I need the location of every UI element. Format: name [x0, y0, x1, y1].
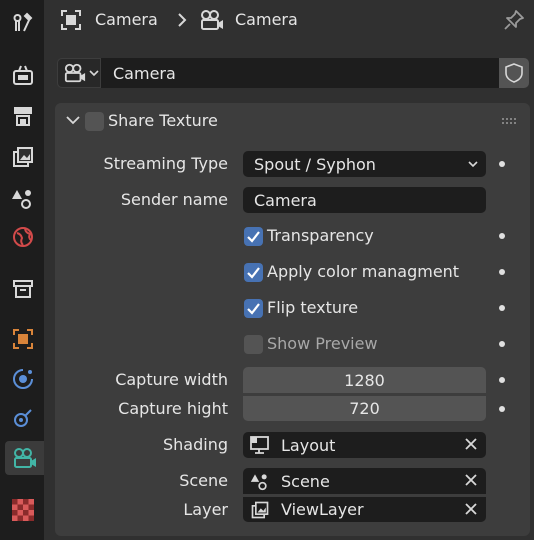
scene-tab[interactable]	[5, 181, 41, 215]
view-layer-tab[interactable]	[5, 140, 41, 174]
camera-data-tab[interactable]	[5, 441, 44, 475]
chevron-down-icon	[468, 161, 478, 168]
shading-value: Layout	[281, 435, 336, 455]
pin-icon[interactable]	[503, 9, 525, 31]
checkmark-icon	[247, 231, 260, 243]
layer-selector[interactable]: ViewLayer	[243, 496, 486, 522]
close-icon[interactable]	[464, 502, 478, 516]
breadcrumb: Camera Camera	[44, 0, 534, 40]
scene-label: Scene	[179, 471, 228, 490]
drag-handle-icon[interactable]	[501, 117, 517, 125]
physics-tab[interactable]	[5, 362, 41, 396]
tool-tab[interactable]	[5, 5, 41, 39]
streaming-type-label: Streaming Type	[103, 154, 228, 173]
flip-texture-checkbox[interactable]	[244, 299, 263, 318]
sender-name-value: Camera	[254, 190, 317, 210]
shading-selector[interactable]: Layout	[243, 432, 486, 458]
sender-name-label: Sender name	[120, 190, 228, 209]
physics-icon	[13, 369, 33, 389]
scene-icon	[12, 190, 31, 209]
object-tab[interactable]	[5, 322, 41, 356]
shading-label: Shading	[163, 435, 228, 454]
apply-color-checkbox[interactable]	[244, 263, 263, 282]
keyframe-dot[interactable]	[499, 233, 505, 239]
camera-data-icon	[201, 10, 223, 30]
show-preview-label[interactable]: Show Preview	[267, 334, 378, 353]
collection-icon	[13, 280, 33, 298]
datablock-selector: Camera	[57, 58, 529, 88]
capture-width-label: Capture width	[115, 370, 228, 389]
properties-editor: Camera Camera Camera Share Texture Strea…	[44, 0, 534, 540]
datablock-name-field[interactable]: Camera	[101, 58, 499, 88]
workspace-icon	[250, 436, 269, 454]
checkmark-icon	[247, 267, 260, 279]
camera-data-icon	[64, 63, 86, 83]
chevron-down-icon	[89, 70, 99, 77]
constraints-icon	[14, 409, 32, 427]
keyframe-dot[interactable]	[499, 341, 505, 347]
layer-label: Layer	[183, 500, 228, 519]
output-tab[interactable]	[5, 99, 41, 133]
panel-enable-checkbox[interactable]	[85, 112, 104, 131]
properties-tab-bar	[0, 0, 44, 540]
apply-color-label[interactable]: Apply color managment	[267, 262, 459, 281]
object-frame-icon	[61, 10, 81, 30]
render-icon	[13, 65, 33, 85]
world-tab[interactable]	[5, 220, 41, 254]
chevron-down-icon[interactable]	[66, 115, 80, 125]
keyframe-dot[interactable]	[499, 406, 505, 412]
transparency-label[interactable]: Transparency	[267, 226, 374, 245]
close-icon[interactable]	[464, 473, 478, 487]
scene-icon	[250, 474, 267, 491]
transparency-checkbox[interactable]	[244, 227, 263, 246]
capture-hight-value: 720	[349, 399, 380, 418]
breadcrumb-data-name: Camera	[235, 10, 298, 29]
show-preview-checkbox[interactable]	[244, 335, 263, 354]
layer-value: ViewLayer	[281, 500, 364, 519]
sender-name-input[interactable]: Camera	[243, 187, 486, 213]
streaming-type-dropdown[interactable]: Spout / Syphon	[243, 151, 486, 177]
breadcrumb-object-name: Camera	[95, 10, 158, 29]
panel-header[interactable]: Share Texture	[55, 103, 530, 139]
view-layer-icon	[13, 147, 33, 167]
shield-icon	[505, 63, 523, 83]
close-icon[interactable]	[464, 437, 478, 451]
keyframe-dot[interactable]	[499, 161, 505, 167]
panel-title: Share Texture	[108, 111, 218, 130]
render-tab[interactable]	[5, 58, 41, 92]
keyframe-dot[interactable]	[499, 269, 505, 275]
view-layer-icon	[251, 501, 269, 519]
share-texture-panel: Share Texture Streaming Type Spout / Syp…	[55, 103, 530, 536]
camera-data-icon	[13, 448, 36, 468]
world-icon	[13, 227, 33, 247]
object-icon	[13, 329, 33, 349]
keyframe-dot[interactable]	[499, 305, 505, 311]
keyframe-dot[interactable]	[499, 377, 505, 383]
datablock-name-text: Camera	[113, 63, 176, 83]
texture-tab[interactable]	[5, 493, 41, 527]
tool-icon	[13, 12, 33, 32]
checkmark-icon	[247, 303, 260, 315]
capture-width-field[interactable]: 1280	[243, 367, 486, 393]
scene-selector[interactable]: Scene	[243, 468, 486, 494]
output-icon	[14, 107, 32, 126]
capture-width-value: 1280	[344, 370, 385, 390]
capture-hight-label: Capture hight	[118, 399, 228, 418]
streaming-type-value: Spout / Syphon	[254, 154, 376, 174]
scene-value: Scene	[281, 471, 330, 491]
chevron-right-icon	[178, 13, 187, 27]
texture-icon	[12, 499, 34, 521]
flip-texture-label[interactable]: Flip texture	[267, 298, 358, 317]
capture-hight-field[interactable]: 720	[243, 395, 486, 421]
datablock-type-dropdown[interactable]	[57, 58, 101, 88]
constraints-tab[interactable]	[5, 401, 41, 435]
collection-tab[interactable]	[5, 272, 41, 306]
fake-user-button[interactable]	[499, 58, 529, 88]
